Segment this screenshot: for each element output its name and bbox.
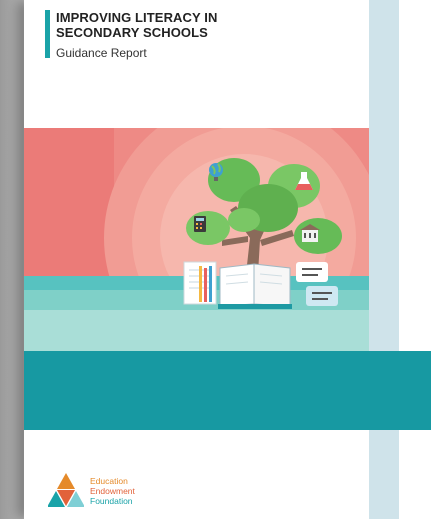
- notebook-icon: [183, 261, 217, 305]
- open-book-icon: [218, 263, 292, 309]
- organization-name: Education Endowment Foundation: [90, 476, 135, 506]
- cover-illustration: [24, 128, 369, 351]
- teal-band: [24, 351, 431, 430]
- title-line-2: SECONDARY SCHOOLS: [56, 25, 208, 40]
- title-line-1: IMPROVING LITERACY IN: [56, 10, 218, 25]
- report-cover: IMPROVING LITERACY IN SECONDARY SCHOOLS …: [24, 0, 431, 519]
- title-accent-bar: [45, 10, 50, 58]
- calculator-icon: [194, 216, 206, 232]
- org-line-1: Education: [90, 476, 128, 486]
- eef-logo-icon: [48, 473, 84, 507]
- report-subtitle: Guidance Report: [56, 46, 147, 60]
- report-title: IMPROVING LITERACY IN SECONDARY SCHOOLS: [56, 10, 217, 40]
- side-strip: [369, 0, 399, 519]
- org-line-2: Endowment: [90, 486, 135, 496]
- org-line-3: Foundation: [90, 496, 133, 506]
